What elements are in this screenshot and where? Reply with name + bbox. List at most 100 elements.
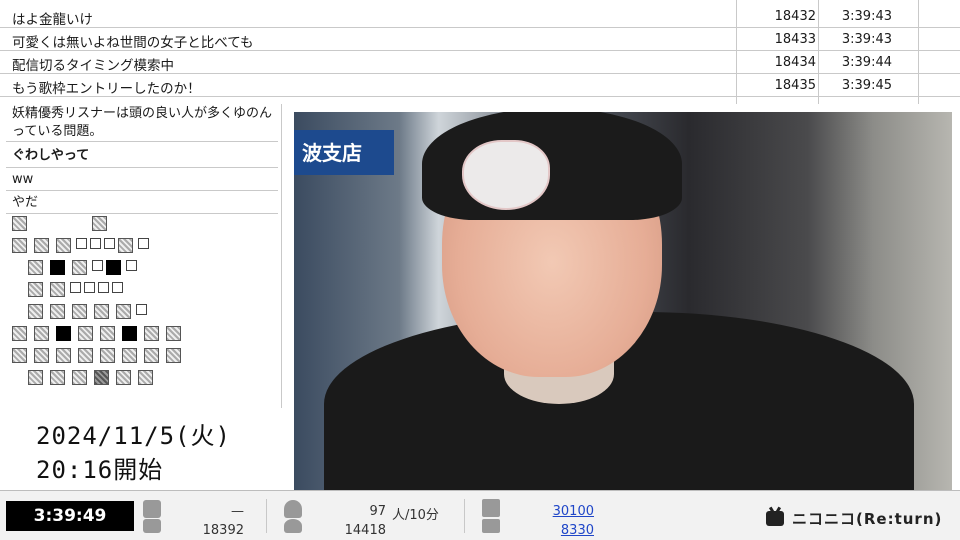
art-cell (138, 238, 149, 249)
art-cell (12, 216, 27, 231)
divider (464, 499, 465, 533)
stats-bar: 3:39:49 — 18392 97 人/10分 14418 30100 833… (0, 490, 960, 540)
eye-patch (462, 140, 550, 210)
comment-text: ww (12, 172, 34, 187)
art-cell (76, 238, 87, 249)
comment-number: 18435 (774, 78, 816, 93)
comment-time: 3:39:43 (841, 9, 892, 24)
art-cell (104, 238, 115, 249)
art-cell (122, 326, 137, 341)
broadcast-date-box: 2024/11/5(火) 20:16開始 (0, 408, 282, 490)
elapsed-time: 3:39:49 (6, 501, 134, 531)
art-cell (136, 304, 147, 315)
art-cell (118, 238, 133, 253)
sign-text: 波支店 (302, 141, 362, 165)
comment-row[interactable]: もう歌枠エントリーしたのか！ 18435 3:39:45 (0, 74, 960, 97)
comment-text: 可愛くは無いよね世間の女子と比べても (12, 35, 254, 51)
art-cell (72, 304, 87, 319)
art-cell (78, 348, 93, 363)
art-cell (144, 326, 159, 341)
gift-icon (482, 519, 500, 533)
art-cell (84, 282, 95, 293)
list-item[interactable]: ww (6, 168, 278, 191)
viewer-rate-unit: 人/10分 (392, 508, 439, 523)
art-cell (166, 348, 181, 363)
streamer-hair (422, 112, 682, 220)
video-player[interactable]: 波支店 (294, 112, 952, 490)
art-cell (72, 370, 87, 385)
comment-text: 妖精優秀リスナーは頭の良い人が多くゆのん (12, 106, 273, 121)
comment-number: 18432 (774, 9, 816, 24)
person-icon (284, 500, 302, 518)
art-cell (12, 326, 27, 341)
comment-time: 3:39:43 (841, 32, 892, 47)
art-cell (116, 304, 131, 319)
viewer-total: 14418 (344, 523, 386, 538)
art-cell (28, 304, 43, 319)
comment-bubble-icon (143, 500, 161, 518)
comment-text: もう歌枠エントリーしたのか！ (12, 81, 201, 97)
art-cell (72, 260, 87, 275)
comment-rate: — (231, 504, 244, 519)
comment-row[interactable]: はよ金龍いけ 18432 3:39:43 (0, 5, 960, 28)
person-icon (284, 519, 302, 533)
art-cell (116, 370, 131, 385)
art-cell (50, 260, 65, 275)
art-cell (34, 348, 49, 363)
art-cell (50, 370, 65, 385)
art-cell (50, 304, 65, 319)
art-cell (92, 216, 107, 231)
comment-text: やだ (12, 195, 39, 210)
art-cell (12, 348, 27, 363)
viewer-rate: 97 (369, 504, 386, 519)
art-cell (56, 348, 71, 363)
art-cell (98, 282, 109, 293)
comment-row[interactable]: 配信切るタイミング模索中 18434 3:39:44 (0, 51, 960, 74)
art-cell (28, 370, 43, 385)
art-cell (94, 370, 109, 385)
broadcast-start-time: 20:16開始 (36, 456, 164, 484)
ad-points-link[interactable]: 30100 (540, 504, 594, 519)
art-cell (56, 238, 71, 253)
art-cell (126, 260, 137, 271)
art-cell (28, 282, 43, 297)
art-cell (112, 282, 123, 293)
art-cell (56, 326, 71, 341)
niconico-logo[interactable]: ニコニコ(Re:turn) (766, 508, 942, 529)
gift-points-link[interactable]: 8330 (540, 523, 594, 538)
list-item[interactable]: ぐわしやって (6, 144, 278, 168)
comment-row[interactable]: 可愛くは無いよね世間の女子と比べても 18433 3:39:43 (0, 28, 960, 51)
art-cell (100, 326, 115, 341)
divider (266, 499, 267, 533)
art-cell (70, 282, 81, 293)
art-cell (122, 348, 137, 363)
list-item[interactable]: 妖精優秀リスナーは頭の良い人が多くゆのん っている問題。 (6, 104, 278, 142)
art-cell (100, 348, 115, 363)
art-cell (28, 260, 43, 275)
art-cell (12, 238, 27, 253)
logo-text: ニコニコ(Re:turn) (792, 510, 943, 528)
comment-total: 18392 (202, 523, 244, 538)
comment-text: っている問題。 (12, 124, 103, 139)
comment-text: ぐわしやって (12, 148, 90, 163)
art-cell (144, 348, 159, 363)
art-cell (90, 238, 101, 249)
niconico-tv-icon (766, 511, 784, 526)
megaphone-icon (482, 499, 500, 517)
art-cell (50, 282, 65, 297)
art-cell (34, 326, 49, 341)
art-cell (138, 370, 153, 385)
comment-time: 3:39:45 (841, 78, 892, 93)
art-cell (34, 238, 49, 253)
art-cell (78, 326, 93, 341)
comment-number: 18434 (774, 55, 816, 70)
broadcast-date: 2024/11/5(火) (36, 422, 231, 450)
comment-time: 3:39:44 (841, 55, 892, 70)
comment-text: はよ金龍いけ (12, 12, 93, 28)
comment-bubble-icon (143, 519, 161, 533)
art-cell (94, 304, 109, 319)
art-cell (166, 326, 181, 341)
list-item[interactable]: やだ (6, 191, 278, 214)
comment-number: 18433 (774, 32, 816, 47)
art-cell (92, 260, 103, 271)
